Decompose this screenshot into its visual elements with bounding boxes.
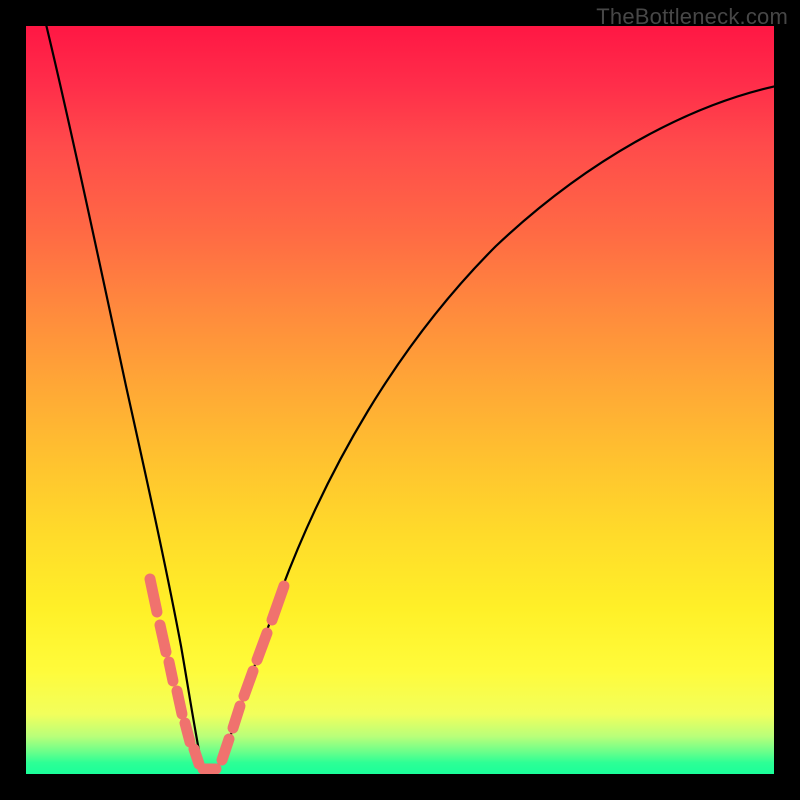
plot-area bbox=[26, 26, 774, 774]
marker-seg bbox=[169, 662, 173, 681]
marker-seg bbox=[244, 671, 253, 696]
marker-seg bbox=[233, 706, 240, 728]
marker-group bbox=[150, 579, 284, 769]
watermark-text: TheBottleneck.com bbox=[596, 4, 788, 30]
marker-seg bbox=[194, 749, 199, 764]
marker-seg bbox=[160, 625, 166, 652]
marker-seg bbox=[272, 586, 284, 620]
marker-seg bbox=[177, 691, 182, 714]
marker-seg bbox=[222, 739, 229, 760]
chart-frame: TheBottleneck.com bbox=[0, 0, 800, 800]
marker-seg bbox=[185, 723, 190, 742]
marker-seg bbox=[150, 579, 157, 612]
curve-layer bbox=[26, 26, 774, 774]
bottleneck-curve bbox=[44, 26, 774, 772]
marker-seg bbox=[257, 633, 267, 660]
